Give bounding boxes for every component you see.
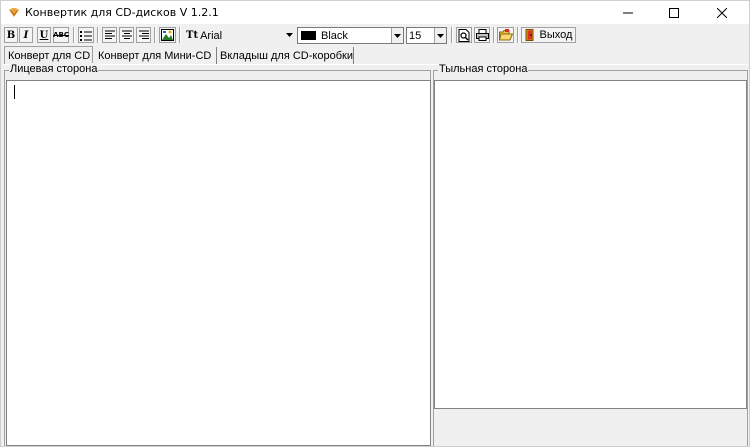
exit-label: Выход [539,29,573,41]
formatting-toolbar: B I U ABC Tt Arial Black 15 Выход [1,25,749,46]
italic-button[interactable]: I [19,27,33,43]
font-type-icon: Tt [186,30,199,41]
align-left-icon [104,30,115,39]
back-side-editor[interactable] [434,80,747,409]
align-center-button[interactable] [119,27,134,43]
align-right-icon [138,30,149,39]
strikethrough-button[interactable]: ABC [53,27,69,43]
tab-mini-cd-envelope[interactable]: Конверт для Мини-CD [95,47,217,64]
window-title: Конвертик для CD-дисков V 1.2.1 [25,6,219,19]
text-caret [14,85,15,99]
bold-button[interactable]: B [4,27,18,43]
chevron-down-icon [434,28,446,43]
maximize-button[interactable] [651,1,697,24]
door-exit-icon [525,29,534,41]
close-icon [717,7,727,18]
picture-icon [161,29,174,41]
minimize-icon [623,12,633,13]
toolbar-separator [154,27,156,43]
font-color-select[interactable]: Black [297,27,404,44]
toolbar-separator [73,27,75,43]
tab-content: Лицевая сторона Тыльная сторона [3,63,748,446]
font-name-select[interactable]: Tt Arial [183,27,295,44]
font-size-select[interactable]: 15 [406,27,447,44]
toolbar-separator [517,27,519,43]
align-right-button[interactable] [136,27,151,43]
app-icon [9,8,19,17]
font-size-value: 15 [409,29,422,42]
underline-button[interactable]: U [37,27,51,43]
toolbar-separator [451,27,453,43]
color-swatch [301,31,316,40]
toolbar-separator [179,27,181,43]
back-side-label: Тыльная сторона [438,63,529,75]
bullet-list-button[interactable] [78,27,94,43]
open-button[interactable] [497,27,514,43]
font-color-value: Black [321,29,348,42]
toolbar-separator [493,27,495,43]
align-center-icon [121,30,132,39]
front-side-label: Лицевая сторона [9,63,99,75]
bullet-list-icon [80,30,92,41]
open-folder-icon [498,29,513,41]
toolbar-separator [97,27,99,43]
tab-cd-box-insert[interactable]: Вкладыш для CD-коробки [217,47,354,64]
title-bar: Конвертик для CD-дисков V 1.2.1 [1,1,749,24]
main-window: Конвертик для CD-дисков V 1.2.1 B I U AB… [0,0,750,447]
chevron-down-icon [284,27,295,42]
chevron-down-icon [391,28,403,43]
insert-picture-button[interactable] [159,27,176,43]
maximize-icon [669,7,679,18]
exit-button[interactable]: Выход [521,27,576,43]
front-side-editor[interactable] [6,80,431,446]
align-left-button[interactable] [102,27,117,43]
print-button[interactable] [474,27,490,43]
printer-icon [475,29,489,41]
print-preview-button[interactable] [456,27,472,43]
print-preview-icon [458,28,470,42]
font-name-value: Arial [200,29,223,42]
close-button[interactable] [699,1,745,24]
minimize-button[interactable] [605,1,651,24]
